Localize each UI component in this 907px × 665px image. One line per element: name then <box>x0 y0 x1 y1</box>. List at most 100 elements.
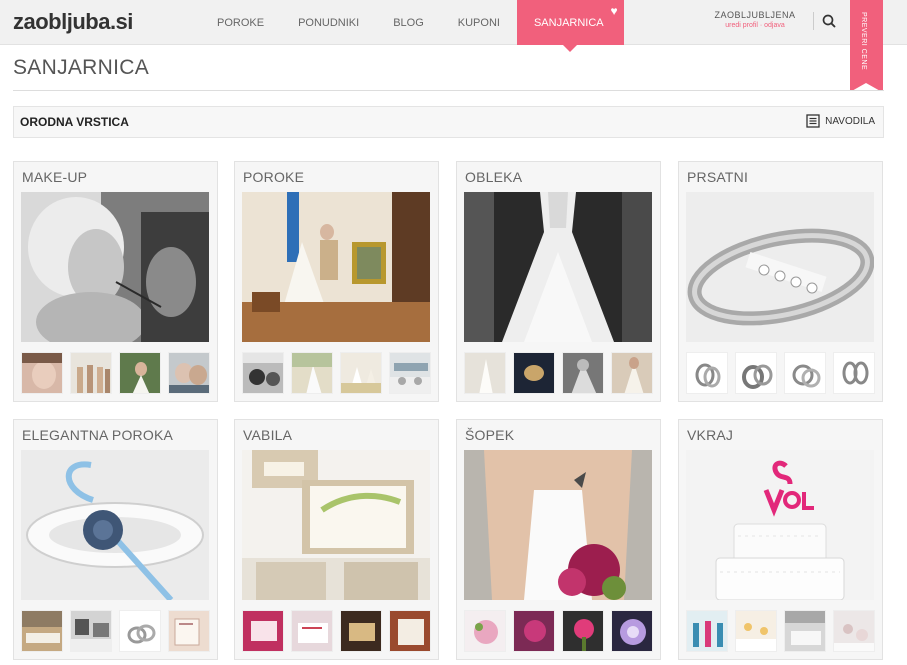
thumbnail-image <box>341 611 381 651</box>
thumbnail[interactable] <box>242 610 284 652</box>
thumbnail[interactable] <box>611 352 653 394</box>
category-card-prstani[interactable]: PRSATNI <box>678 161 883 402</box>
thumbnail[interactable] <box>119 610 161 652</box>
thumbnail[interactable] <box>784 352 826 394</box>
thumbnail[interactable] <box>686 352 728 394</box>
main-nav: POROKE PONUDNIKI BLOG KUPONI SANJARNICA … <box>200 0 624 52</box>
user-menu[interactable]: ZAOBLJUBLJENA uredi profil · odjava <box>700 10 810 29</box>
thumbnail[interactable] <box>119 352 161 394</box>
user-profile-links[interactable]: uredi profil · odjava <box>700 22 810 29</box>
thumbnail-row <box>464 610 654 652</box>
toolbar: ORODNA VRSTICA NAVODILA <box>13 106 884 138</box>
thumbnail[interactable] <box>168 610 210 652</box>
thumbnail[interactable] <box>70 352 112 394</box>
thumbnail-image <box>834 611 874 651</box>
card-title[interactable]: ŠOPEK <box>465 427 514 443</box>
card-title[interactable]: ELEGANTNA POROKA <box>22 427 173 443</box>
nav-divider <box>813 12 814 30</box>
card-main-image[interactable] <box>21 192 209 342</box>
thumbnail[interactable] <box>291 610 333 652</box>
garter-photo <box>21 450 209 600</box>
category-card-obleka[interactable]: OBLEKA <box>456 161 661 402</box>
site-logo-text[interactable]: zaobljuba.si <box>13 9 133 34</box>
card-main-image[interactable] <box>464 192 652 342</box>
thumbnail[interactable] <box>611 610 653 652</box>
thumbnail[interactable] <box>21 352 63 394</box>
card-main-image[interactable] <box>242 192 430 342</box>
category-card-sopek[interactable]: ŠOPEK <box>456 419 661 660</box>
thumbnail[interactable] <box>735 610 777 652</box>
dress-photo <box>464 192 652 342</box>
thumbnail[interactable] <box>464 352 506 394</box>
thumbnail[interactable] <box>389 352 431 394</box>
active-nav-pointer <box>563 45 578 52</box>
category-card-vabila[interactable]: VABILA <box>234 419 439 660</box>
thumbnail-image <box>612 353 652 393</box>
thumbnail-image <box>563 353 603 393</box>
card-main-image[interactable] <box>242 450 430 600</box>
thumbnail-image <box>243 353 283 393</box>
thumbnail-image <box>465 611 505 651</box>
title-divider <box>13 90 884 91</box>
thumbnail-image <box>71 611 111 651</box>
thumbnail-image <box>390 353 430 393</box>
makeup-photo <box>21 192 209 342</box>
category-card-poroke[interactable]: POROKE <box>234 161 439 402</box>
nav-item-kuponi[interactable]: KUPONI <box>441 0 517 45</box>
thumbnail[interactable] <box>833 352 875 394</box>
thumbnail[interactable] <box>735 352 777 394</box>
thumbnail-image <box>785 611 825 651</box>
category-card-makeup[interactable]: MAKE-UP <box>13 161 218 402</box>
card-title[interactable]: OBLEKA <box>465 169 522 185</box>
thumbnail[interactable] <box>340 610 382 652</box>
thumbnail[interactable] <box>70 610 112 652</box>
card-main-image[interactable] <box>686 450 874 600</box>
card-title[interactable]: MAKE-UP <box>22 169 87 185</box>
card-main-image[interactable] <box>464 450 652 600</box>
thumbnail-image <box>785 353 825 393</box>
nav-item-sanjarnica[interactable]: SANJARNICA ♥ <box>516 0 624 52</box>
search-button[interactable] <box>821 12 837 30</box>
cake-photo <box>686 450 874 600</box>
thumbnail-image <box>292 611 332 651</box>
category-card-vkraj[interactable]: VKRAJ <box>678 419 883 660</box>
thumbnail-image <box>736 611 776 651</box>
thumbnail[interactable] <box>464 610 506 652</box>
thumbnail[interactable] <box>21 610 63 652</box>
thumbnail[interactable] <box>833 610 875 652</box>
thumbnail[interactable] <box>562 352 604 394</box>
thumbnail[interactable] <box>168 352 210 394</box>
card-title[interactable]: POROKE <box>243 169 304 185</box>
thumbnail[interactable] <box>513 352 555 394</box>
thumbnail[interactable] <box>291 352 333 394</box>
thumbnail-image <box>169 353 209 393</box>
document-icon[interactable] <box>806 114 820 128</box>
rings-photo <box>686 192 874 342</box>
thumbnail-image <box>22 611 62 651</box>
nav-item-poroke[interactable]: POROKE <box>200 0 281 45</box>
category-card-elegantna-poroka[interactable]: ELEGANTNA POROKA <box>13 419 218 660</box>
card-title[interactable]: VKRAJ <box>687 427 733 443</box>
search-icon[interactable] <box>821 12 837 30</box>
nav-item-blog[interactable]: BLOG <box>376 0 441 45</box>
thumbnail-image <box>834 353 874 393</box>
price-check-ribbon[interactable]: PREVERI CENE <box>850 0 883 92</box>
thumbnail[interactable] <box>784 610 826 652</box>
guide-button[interactable]: NAVODILA <box>806 114 875 128</box>
nav-item-ponudniki[interactable]: PONUDNIKI <box>281 0 376 45</box>
card-title[interactable]: VABILA <box>243 427 292 443</box>
site-logo[interactable]: zaobljuba.si <box>13 9 133 35</box>
thumbnail-image <box>292 353 332 393</box>
thumbnail[interactable] <box>242 352 284 394</box>
user-name[interactable]: ZAOBLJUBLJENA <box>700 10 810 20</box>
card-main-image[interactable] <box>21 450 209 600</box>
price-check-label[interactable]: PREVERI CENE <box>860 12 867 70</box>
thumbnail[interactable] <box>389 610 431 652</box>
thumbnail[interactable] <box>513 610 555 652</box>
card-title[interactable]: PRSATNI <box>687 169 748 185</box>
guide-label[interactable]: NAVODILA <box>825 116 875 127</box>
card-main-image[interactable] <box>686 192 874 342</box>
thumbnail[interactable] <box>562 610 604 652</box>
thumbnail[interactable] <box>686 610 728 652</box>
thumbnail[interactable] <box>340 352 382 394</box>
